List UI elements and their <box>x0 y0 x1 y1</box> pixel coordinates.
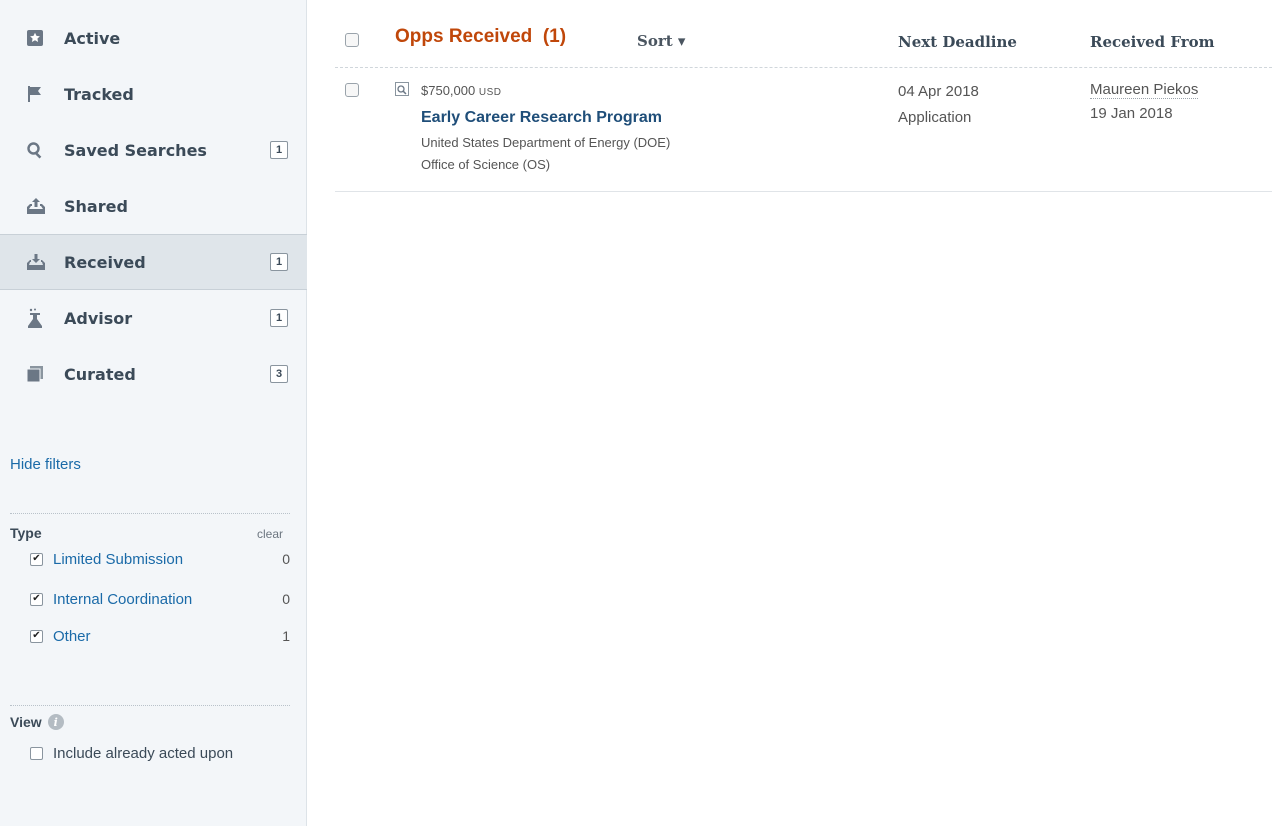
agency: United States Department of Energy (DOE) <box>421 135 671 150</box>
sidebar-item-shared[interactable]: Shared <box>0 178 307 234</box>
filter-count: 0 <box>282 591 290 607</box>
filter-label[interactable]: Internal Coordination <box>53 591 282 608</box>
stack-icon <box>26 364 50 384</box>
info-icon[interactable]: i <box>47 714 64 730</box>
filter-label[interactable]: Other <box>53 628 282 645</box>
filter-option-internal-coordination: ✔ Internal Coordination 0 <box>10 587 292 611</box>
type-filter-title: Type <box>10 525 42 541</box>
upload-tray-icon <box>26 196 50 216</box>
other-checkbox[interactable]: ✔ <box>30 629 43 643</box>
filter-option-include-acted-upon: Include already acted upon <box>10 741 292 765</box>
column-header-received-from[interactable]: Received From <box>1090 33 1215 51</box>
sidebar-item-active[interactable]: Active <box>0 10 307 66</box>
limited-submission-checkbox[interactable]: ✔ <box>30 552 43 566</box>
sidebar-item-label: Shared <box>64 196 128 216</box>
sidebar: Active Tracked Saved Searches 1 Shared R… <box>0 0 307 826</box>
count-badge: 1 <box>270 309 288 327</box>
deadline-type: Application <box>898 109 972 126</box>
page-title: Opps Received (1) <box>395 26 567 47</box>
deadline-date: 04 Apr 2018 <box>898 83 979 100</box>
sidebar-item-label: Advisor <box>64 308 133 328</box>
row-checkbox[interactable] <box>345 83 359 97</box>
search-icon <box>26 140 50 160</box>
currency: USD <box>478 87 502 98</box>
flask-icon <box>26 308 50 328</box>
divider <box>10 705 290 706</box>
view-filter-label: View <box>10 714 42 730</box>
divider <box>10 513 290 514</box>
filter-option-limited-submission: ✔ Limited Submission 0 <box>10 547 292 571</box>
count-badge: 3 <box>270 365 288 383</box>
clear-type-filter-link[interactable]: clear <box>257 527 283 541</box>
sidebar-item-curated[interactable]: Curated 3 <box>0 346 307 402</box>
filter-count: 0 <box>282 551 290 567</box>
flag-icon <box>26 84 50 104</box>
column-header-next-deadline[interactable]: Next Deadline <box>898 33 1017 51</box>
preview-icon[interactable] <box>395 82 409 96</box>
opportunity-title-link[interactable]: Early Career Research Program <box>421 109 662 127</box>
star-icon <box>26 28 50 48</box>
sidebar-item-received[interactable]: Received 1 <box>0 234 307 290</box>
count-badge: 1 <box>270 141 288 159</box>
table-row: $750,000 USD Early Career Research Progr… <box>335 68 1272 192</box>
sidebar-item-tracked[interactable]: Tracked <box>0 66 307 122</box>
sidebar-nav: Active Tracked Saved Searches 1 Shared R… <box>0 10 307 402</box>
filter-label[interactable]: Limited Submission <box>53 551 282 568</box>
filter-label[interactable]: Include already acted upon <box>53 745 292 762</box>
filter-count: 1 <box>282 628 290 644</box>
select-all-checkbox[interactable] <box>345 33 359 47</box>
sidebar-item-advisor[interactable]: Advisor 1 <box>0 290 307 346</box>
sort-dropdown[interactable]: Sort ▾ <box>637 32 685 50</box>
received-date: 19 Jan 2018 <box>1090 105 1173 122</box>
include-acted-upon-checkbox[interactable] <box>30 746 43 760</box>
received-from-name[interactable]: Maureen Piekos <box>1090 81 1199 99</box>
amount-value: $750,000 <box>421 83 476 98</box>
sidebar-item-label: Received <box>64 252 146 272</box>
sidebar-item-saved-searches[interactable]: Saved Searches 1 <box>0 122 307 178</box>
hide-filters-link[interactable]: Hide filters <box>10 456 81 473</box>
view-filter-title: View i <box>10 714 64 730</box>
filter-option-other: ✔ Other 1 <box>10 624 292 648</box>
internal-coordination-checkbox[interactable]: ✔ <box>30 592 43 606</box>
sidebar-item-label: Tracked <box>64 84 134 104</box>
count-badge: 1 <box>270 253 288 271</box>
sidebar-item-label: Active <box>64 28 121 48</box>
office: Office of Science (OS) <box>421 157 551 172</box>
sidebar-item-label: Curated <box>64 364 136 384</box>
sidebar-item-label: Saved Searches <box>64 140 207 160</box>
amount: $750,000 USD <box>421 83 501 98</box>
download-tray-icon <box>26 252 50 272</box>
results-header: Opps Received (1) Sort ▾ Next Deadline R… <box>335 24 1272 68</box>
